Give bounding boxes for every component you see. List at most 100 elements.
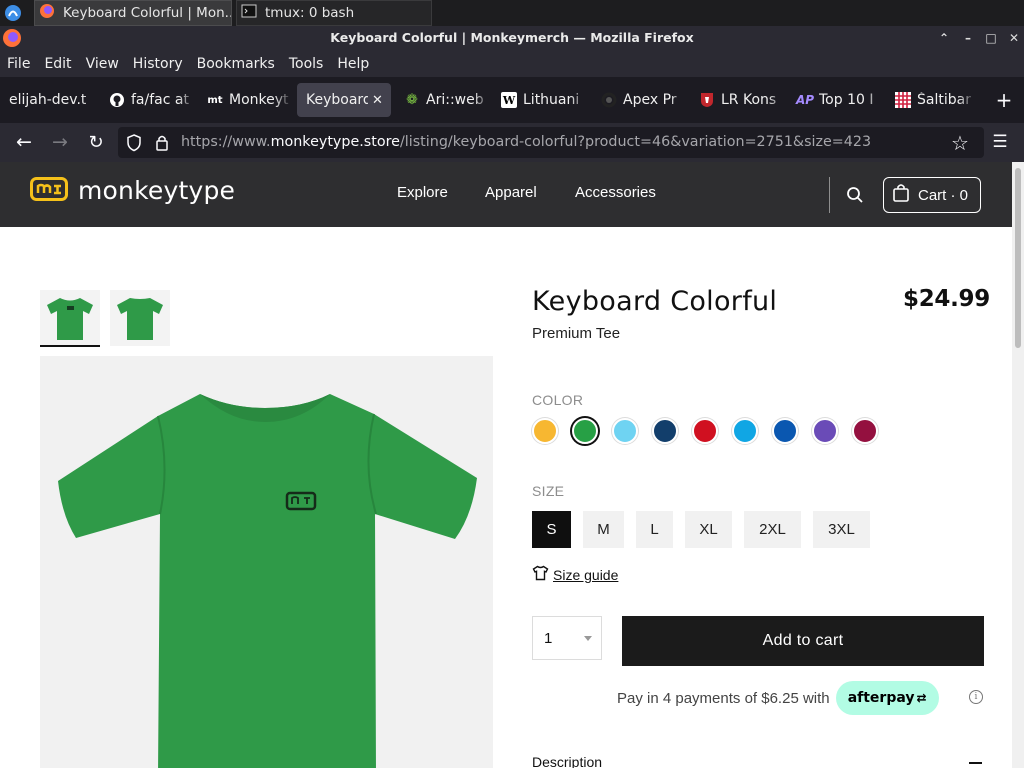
url-text: https://www.monkeytype.store/listing/key…: [181, 127, 871, 158]
tshirt-shape: [58, 394, 477, 768]
menu-tools[interactable]: Tools: [289, 56, 324, 72]
header-divider: [829, 177, 830, 213]
size-option-3xl[interactable]: 3XL: [813, 511, 870, 548]
color-swatch[interactable]: [692, 418, 718, 444]
quantity-select[interactable]: 1: [532, 616, 602, 660]
site-logo[interactable]: monkeytype: [30, 176, 235, 205]
back-button[interactable]: ←: [10, 123, 38, 162]
menu-view[interactable]: View: [86, 56, 119, 72]
menu-hamburger-icon[interactable]: ☰: [986, 123, 1014, 162]
color-swatch[interactable]: [852, 418, 878, 444]
tab-lr-konstitucija[interactable]: LR Kons: [690, 83, 786, 117]
cart-button[interactable]: Cart · 0: [883, 177, 981, 213]
size-option-m[interactable]: M: [583, 511, 624, 548]
scrollbar-thumb[interactable]: [1015, 168, 1021, 348]
site-header: monkeytype Explore Apparel Accessories C…: [0, 162, 1012, 227]
page-content: monkeytype Explore Apparel Accessories C…: [0, 162, 1012, 768]
nav-accessories[interactable]: Accessories: [575, 184, 656, 201]
grid-icon: [895, 92, 911, 108]
close-icon[interactable]: ✕: [1003, 26, 1024, 50]
url-path: /listing/keyboard-colorful?product=46&va…: [399, 134, 872, 150]
menu-history[interactable]: History: [133, 56, 183, 72]
collapse-icon[interactable]: ⌃: [933, 26, 955, 50]
color-swatch[interactable]: [612, 418, 638, 444]
page-scrollbar[interactable]: [1012, 162, 1024, 768]
color-swatch[interactable]: [812, 418, 838, 444]
afterpay-info: Pay in 4 payments of $6.25 with afterpay…: [617, 680, 939, 716]
product-price: $24.99: [903, 286, 990, 312]
new-tab-button[interactable]: +: [993, 87, 1015, 113]
tab-top-10[interactable]: AP Top 10 I: [788, 83, 884, 117]
url-domain: monkeytype.store: [270, 134, 400, 150]
bookmark-star-icon[interactable]: ☆: [951, 131, 969, 155]
tab-close-icon[interactable]: ✕: [372, 93, 383, 108]
menu-file[interactable]: File: [7, 56, 30, 72]
color-swatch[interactable]: [532, 418, 558, 444]
color-swatch[interactable]: [652, 418, 678, 444]
menu-bookmarks[interactable]: Bookmarks: [197, 56, 275, 72]
nav-apparel[interactable]: Apparel: [485, 184, 537, 201]
search-icon[interactable]: [846, 186, 864, 208]
apex-icon: [601, 92, 617, 108]
product-thumbnail-front[interactable]: [40, 290, 100, 346]
info-icon[interactable]: i: [969, 690, 983, 704]
size-guide-link[interactable]: Size guide: [532, 565, 618, 584]
size-label: SIZE: [532, 483, 565, 499]
product-title: Keyboard Colorful: [532, 286, 778, 317]
chevron-down-icon: [584, 636, 592, 641]
nav-explore[interactable]: Explore: [397, 184, 448, 201]
url-bar[interactable]: https://www.monkeytype.store/listing/key…: [118, 127, 984, 158]
leaf-icon: ❁: [406, 92, 418, 108]
afterpay-badge-label: afterpay: [847, 690, 915, 706]
afterpay-arrows-icon: ⇄: [916, 691, 927, 705]
minimize-icon[interactable]: –: [957, 26, 979, 50]
site-logo-text: monkeytype: [78, 176, 236, 205]
tab-ari-web[interactable]: ❁ Ari::web: [395, 83, 491, 117]
product-main-image[interactable]: [40, 356, 493, 768]
description-toggle[interactable]: Description: [532, 754, 602, 768]
size-option-l[interactable]: L: [636, 511, 673, 548]
tab-lithuania[interactable]: W Lithuani: [492, 83, 588, 117]
size-option-xl[interactable]: XL: [685, 511, 732, 548]
github-icon: [109, 92, 125, 108]
coat-of-arms-icon: [699, 92, 715, 108]
ap-icon: AP: [795, 93, 815, 107]
size-option-2xl[interactable]: 2XL: [744, 511, 801, 548]
taskbar-task-terminal[interactable]: tmux: 0 bash: [236, 0, 432, 26]
taskbar: Keyboard Colorful | Mon... tmux: 0 bash: [0, 0, 1024, 26]
product-thumbnail-back[interactable]: [110, 290, 170, 346]
monkeytype-logo-icon: [30, 176, 68, 205]
collapse-minus-icon[interactable]: [969, 762, 982, 764]
tab-saltibar[interactable]: Šaltibar: [886, 83, 976, 117]
terminal-icon: [241, 3, 257, 23]
tab-elijah-dev[interactable]: elijah-dev.t: [0, 83, 100, 117]
tab-monkeytype[interactable]: mt Monkeyt: [198, 83, 292, 117]
window-title: Keyboard Colorful | Monkeymerch — Mozill…: [330, 30, 694, 45]
afterpay-badge[interactable]: afterpay ⇄: [835, 681, 939, 715]
afterpay-text: Pay in 4 payments of $6.25 with: [617, 689, 830, 707]
cart-label: Cart · 0: [918, 186, 969, 204]
system-icon[interactable]: [4, 4, 22, 22]
add-to-cart-button[interactable]: Add to cart: [622, 616, 984, 666]
tab-label: elijah-dev.t: [9, 92, 87, 108]
maximize-icon[interactable]: □: [980, 26, 1002, 50]
tab-keyboard-colorful[interactable]: Keyboard ✕: [297, 83, 391, 117]
tshirt-icon: [532, 565, 549, 584]
taskbar-task-firefox[interactable]: Keyboard Colorful | Mon...: [34, 0, 232, 26]
forward-button[interactable]: →: [46, 123, 74, 162]
tab-apex[interactable]: Apex Pr: [592, 83, 688, 117]
shield-icon[interactable]: [126, 134, 142, 156]
reload-button[interactable]: ↻: [82, 123, 110, 162]
menu-bar: File Edit View History Bookmarks Tools H…: [0, 50, 1024, 77]
menu-edit[interactable]: Edit: [44, 56, 71, 72]
lock-icon[interactable]: [155, 134, 169, 155]
firefox-icon: [39, 3, 55, 23]
color-swatch[interactable]: [732, 418, 758, 444]
menu-help[interactable]: Help: [337, 56, 369, 72]
color-swatch[interactable]: [772, 418, 798, 444]
tab-github[interactable]: fa/fac at: [100, 83, 196, 117]
navigation-toolbar: ← → ↻ https://www.monkeytype.store/listi…: [0, 123, 1024, 162]
color-swatch-selected[interactable]: [572, 418, 598, 444]
url-prefix: https://www.: [181, 134, 271, 150]
size-option-s[interactable]: S: [532, 511, 571, 548]
